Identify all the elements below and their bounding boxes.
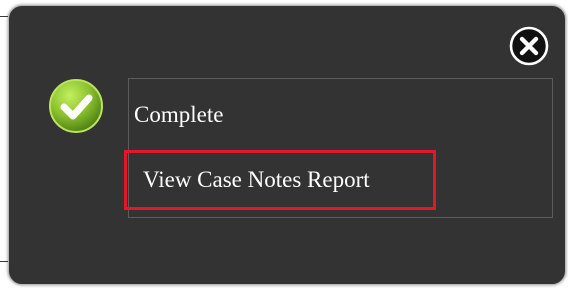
close-icon[interactable] (509, 26, 549, 66)
view-case-notes-report-link[interactable]: View Case Notes Report (124, 150, 436, 210)
checkmark-icon (47, 77, 105, 135)
report-link-label[interactable]: View Case Notes Report (143, 163, 370, 197)
page-edge-mark (0, 261, 8, 262)
close-button[interactable] (509, 26, 549, 66)
status-text: Complete (134, 102, 224, 127)
page-edge-mark (0, 16, 8, 17)
page: Complete View Case Notes Report (0, 0, 568, 288)
